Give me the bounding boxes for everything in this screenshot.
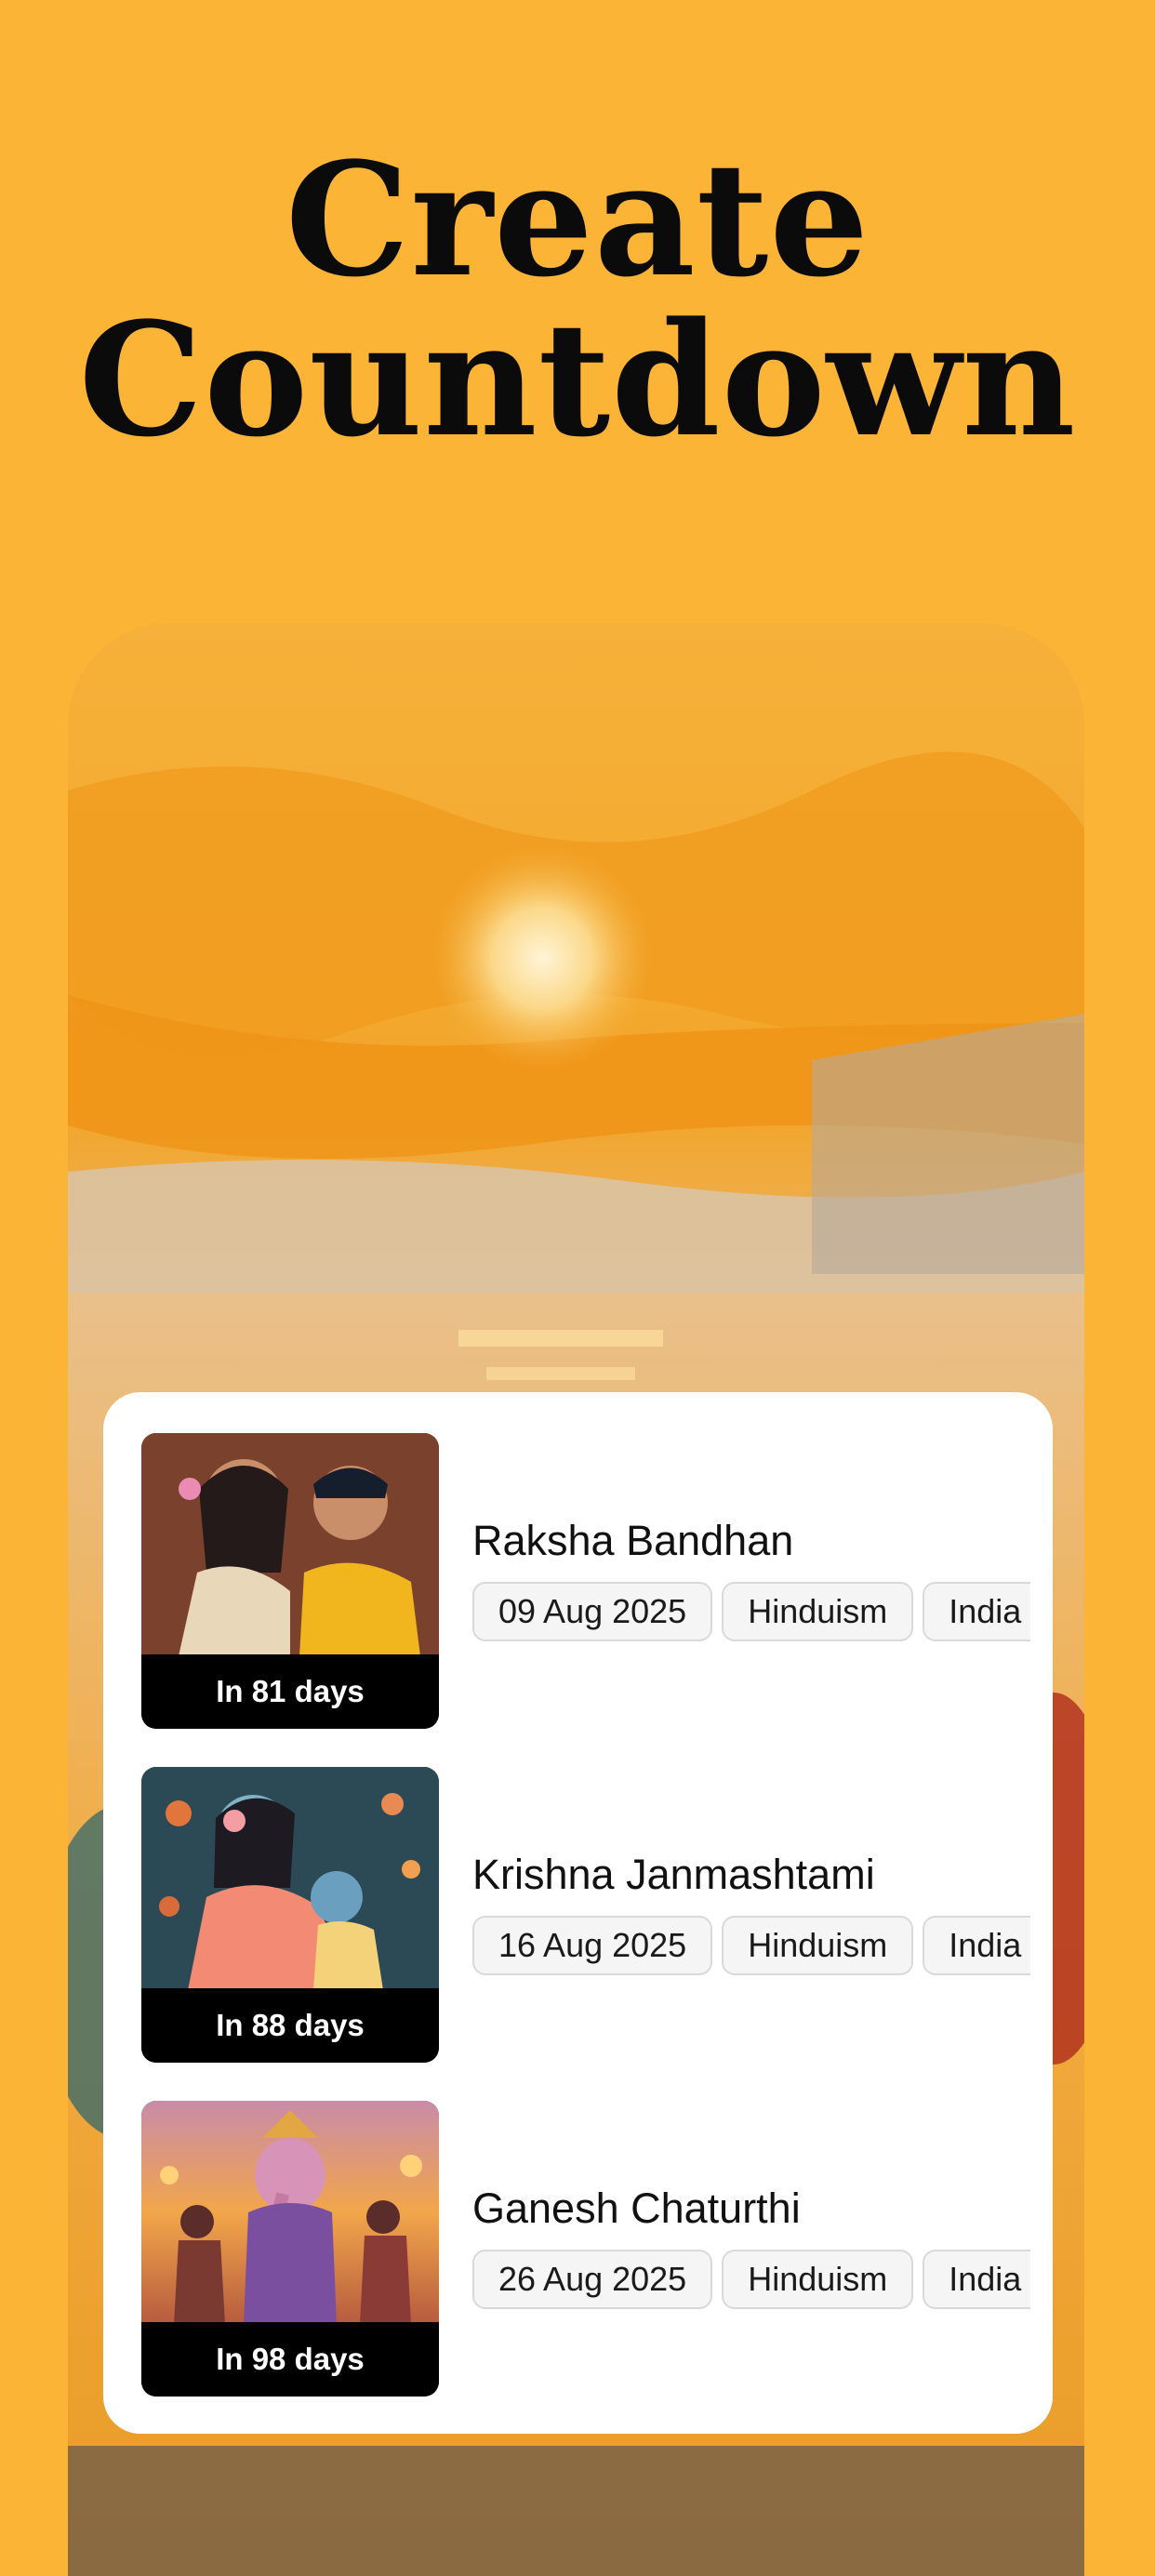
- events-card: In 81 days Raksha Bandhan 09 Aug 2025 Hin…: [103, 1392, 1053, 2434]
- event-thumbnail: In 81 days: [141, 1433, 439, 1729]
- event-title: Raksha Bandhan: [472, 1517, 794, 1564]
- event-thumbnail: In 98 days: [141, 2101, 439, 2397]
- date-tag: 26 Aug 2025: [472, 2250, 713, 2309]
- religion-tag: Hinduism: [722, 1916, 914, 1975]
- list-item[interactable]: In 81 days Raksha Bandhan 09 Aug 2025 Hin…: [141, 1433, 1053, 1731]
- countdown-badge: In 81 days: [141, 1654, 439, 1729]
- countdown-badge: In 88 days: [141, 1988, 439, 2063]
- countdown-badge: In 98 days: [141, 2322, 439, 2397]
- country-tag: India: [923, 1582, 1030, 1641]
- country-tag: India: [923, 2250, 1030, 2309]
- ganesh-chaturthi-illustration: [141, 2101, 439, 2324]
- religion-tag: Hinduism: [722, 1582, 914, 1641]
- headline: Create Countdown: [0, 139, 1155, 459]
- event-title: Ganesh Chaturthi: [472, 2184, 801, 2232]
- event-tags: 16 Aug 2025 Hinduism India: [472, 1916, 1030, 1981]
- religion-tag: Hinduism: [722, 2250, 914, 2309]
- headline-line-2: Countdown: [78, 287, 1077, 471]
- date-tag: 09 Aug 2025: [472, 1582, 713, 1641]
- event-thumbnail: In 88 days: [141, 1767, 439, 2063]
- event-tags: 09 Aug 2025 Hinduism India: [472, 1582, 1030, 1647]
- date-tag: 16 Aug 2025: [472, 1916, 713, 1975]
- headline-line-1: Create: [285, 127, 870, 312]
- krishna-janmashtami-illustration: [141, 1767, 439, 1990]
- country-tag: India: [923, 1916, 1030, 1975]
- raksha-bandhan-illustration: [141, 1433, 439, 1656]
- event-title: Krishna Janmashtami: [472, 1851, 875, 1898]
- list-item[interactable]: In 88 days Krishna Janmashtami 16 Aug 20…: [141, 1767, 1053, 2065]
- event-tags: 26 Aug 2025 Hinduism India: [472, 2250, 1030, 2315]
- list-item[interactable]: In 98 days Ganesh Chaturthi 26 Aug 2025 H…: [141, 2101, 1053, 2398]
